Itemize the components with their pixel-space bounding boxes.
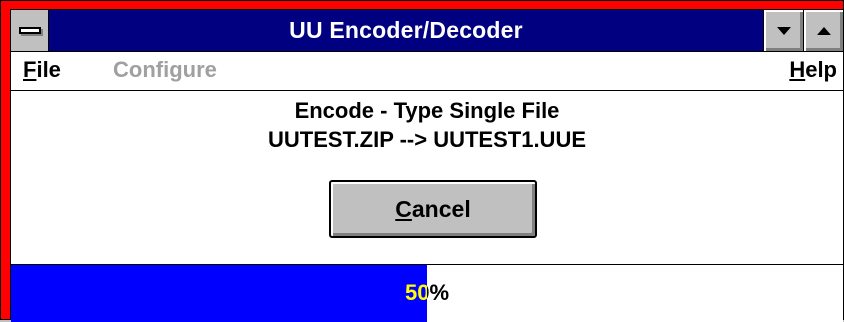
maximize-icon [816, 26, 831, 35]
menu-help[interactable]: Help [787, 52, 839, 88]
cancel-button[interactable]: Cancel [329, 180, 537, 238]
operation-text: Encode - Type Single File [294, 98, 560, 123]
progress-bar: 50% [11, 264, 843, 322]
system-menu-button[interactable] [11, 10, 49, 51]
menu-help-label: elp [805, 57, 837, 82]
window-client-area: UU Encoder/Decoder File Configure Help E… [10, 9, 843, 322]
minimize-button[interactable] [763, 10, 803, 51]
maximize-button[interactable] [803, 10, 843, 51]
title-bar[interactable]: UU Encoder/Decoder [11, 10, 843, 52]
progress-label: 50% [404, 280, 450, 305]
menu-file-mnemonic: F [23, 57, 37, 82]
menu-configure: Configure [113, 57, 217, 82]
main-content: Encode - Type Single File UUTEST.ZIP -->… [11, 92, 843, 263]
menu-file[interactable]: File [21, 52, 63, 88]
system-menu-icon [18, 27, 41, 34]
file-mapping-text: UUTEST.ZIP --> UUTEST1.UUE [267, 127, 587, 152]
window-title: UU Encoder/Decoder [289, 17, 523, 43]
minimize-icon [776, 26, 791, 35]
menu-bar: File Configure Help [11, 52, 843, 91]
menu-help-mnemonic: H [789, 57, 806, 82]
cancel-label: ancel [411, 195, 471, 222]
app-window: UU Encoder/Decoder File Configure Help E… [0, 0, 844, 322]
menu-file-label: ile [36, 57, 61, 82]
cancel-mnemonic: C [395, 195, 412, 222]
